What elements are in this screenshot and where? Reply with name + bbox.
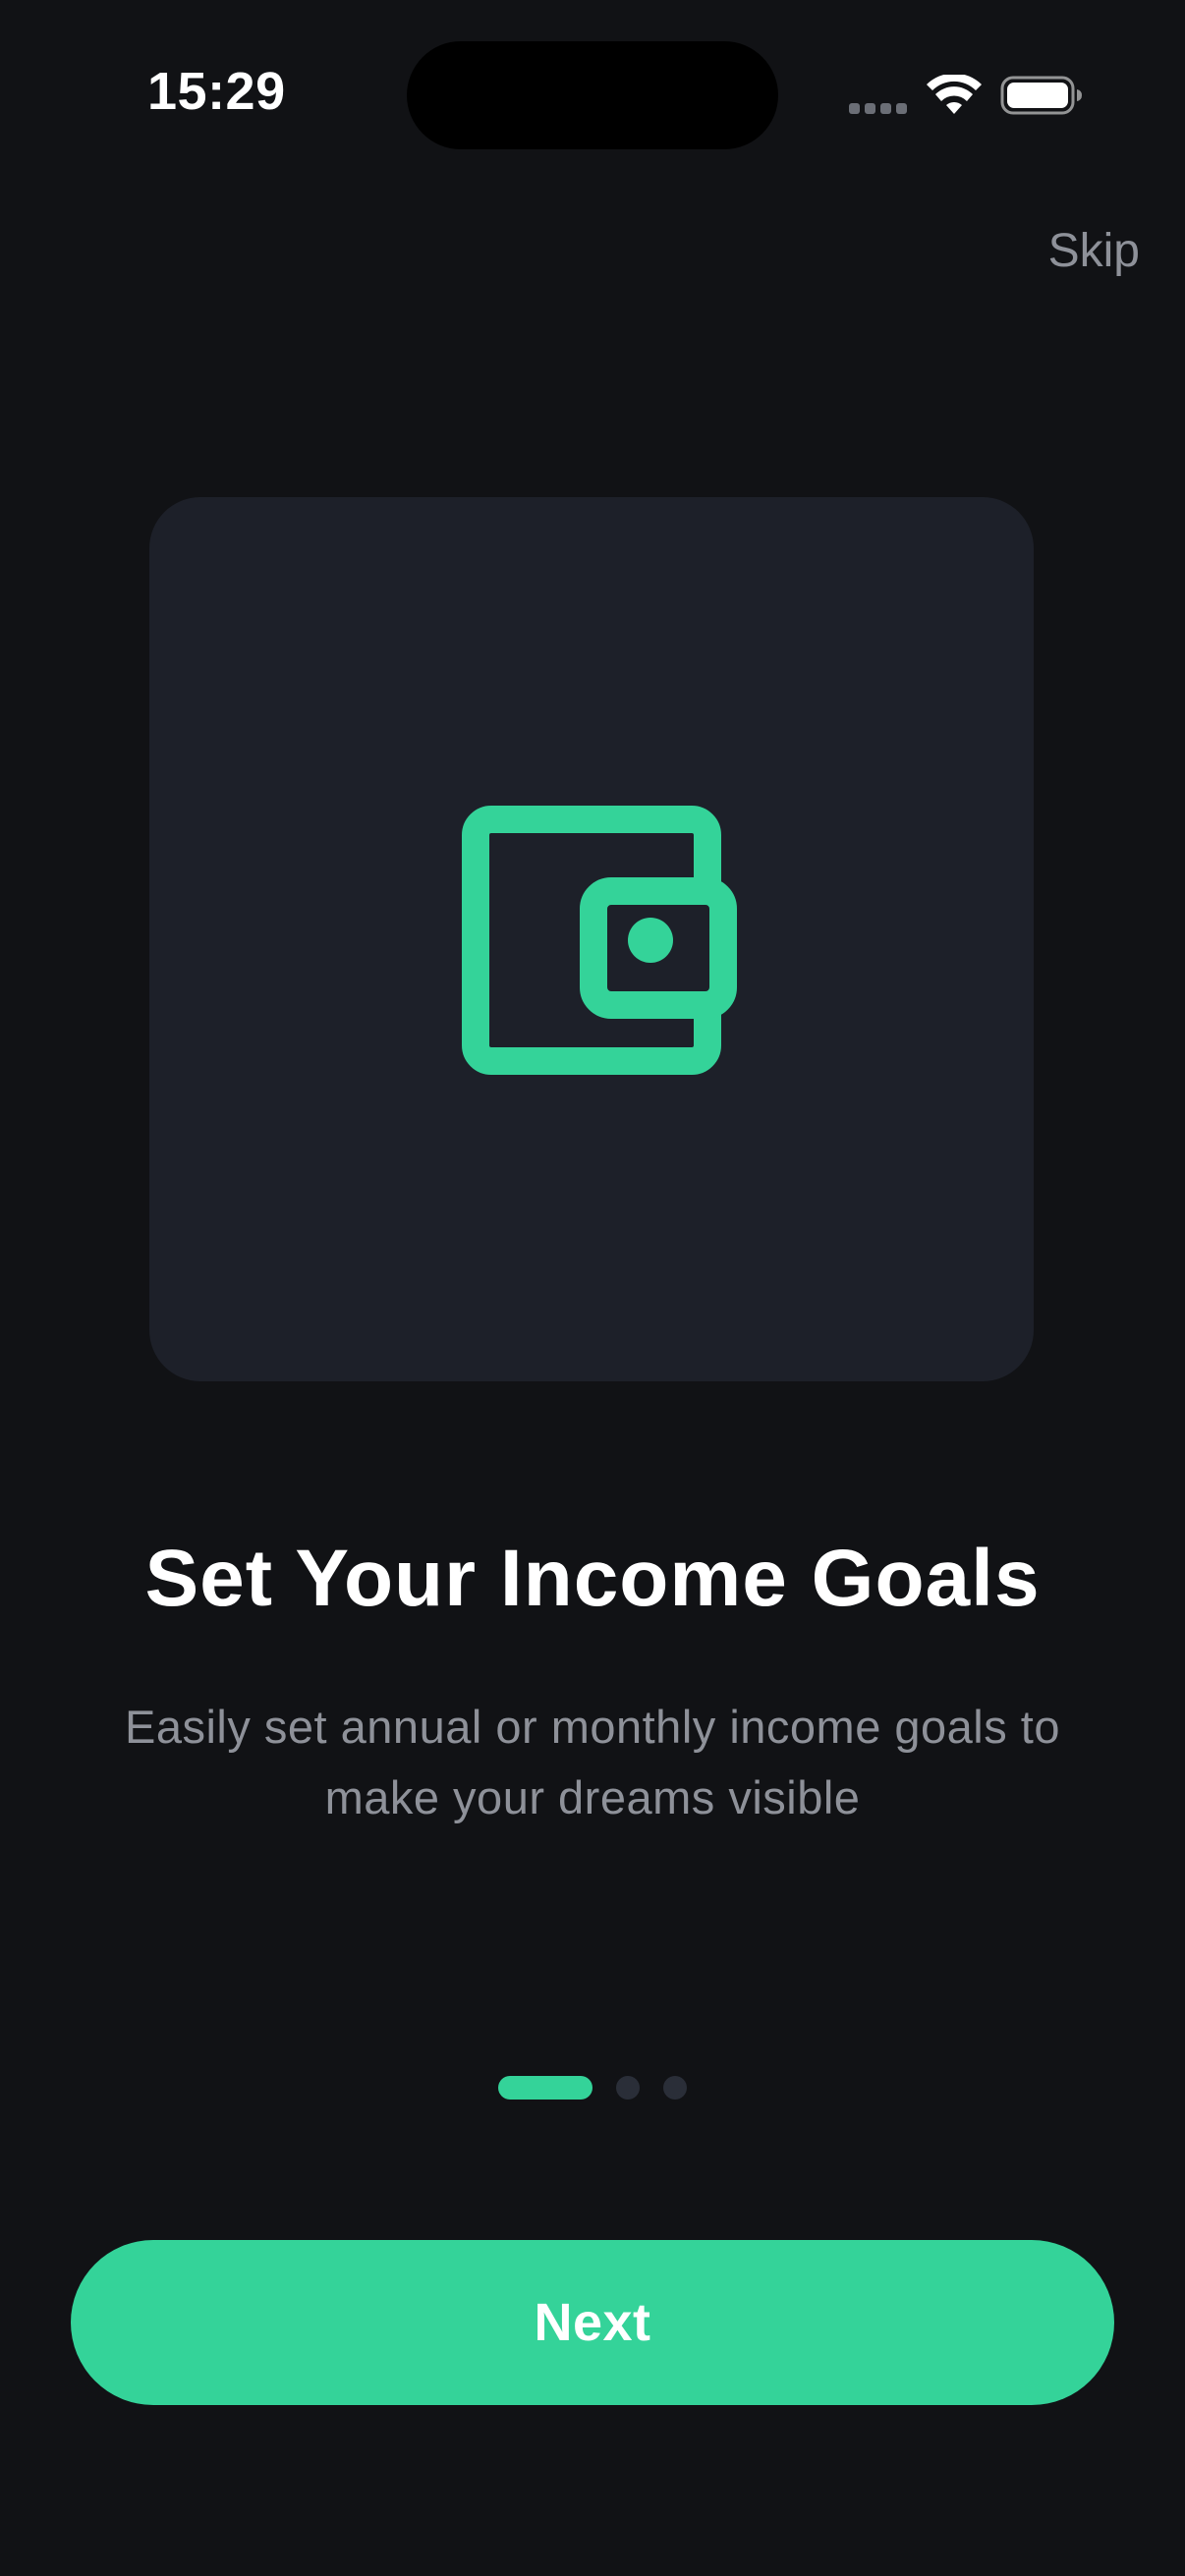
dynamic-island: [407, 41, 778, 149]
page-dot-active[interactable]: [498, 2076, 592, 2100]
cellular-signal-icon: [849, 103, 908, 115]
next-button[interactable]: Next: [71, 2240, 1114, 2405]
page-dot[interactable]: [616, 2076, 640, 2100]
skip-button[interactable]: Skip: [1048, 224, 1140, 278]
wifi-icon: [927, 75, 982, 114]
page-subtitle: Easily set annual or monthly income goal…: [124, 1701, 1061, 1823]
status-bar: 15:29: [0, 0, 1185, 196]
status-time: 15:29: [147, 62, 286, 121]
battery-icon: [1000, 76, 1082, 115]
page-indicator: [0, 2075, 1185, 2100]
page-title: Set Your Income Goals: [144, 1534, 1041, 1623]
page-dot[interactable]: [663, 2076, 687, 2100]
wallet-icon: [462, 806, 737, 1075]
